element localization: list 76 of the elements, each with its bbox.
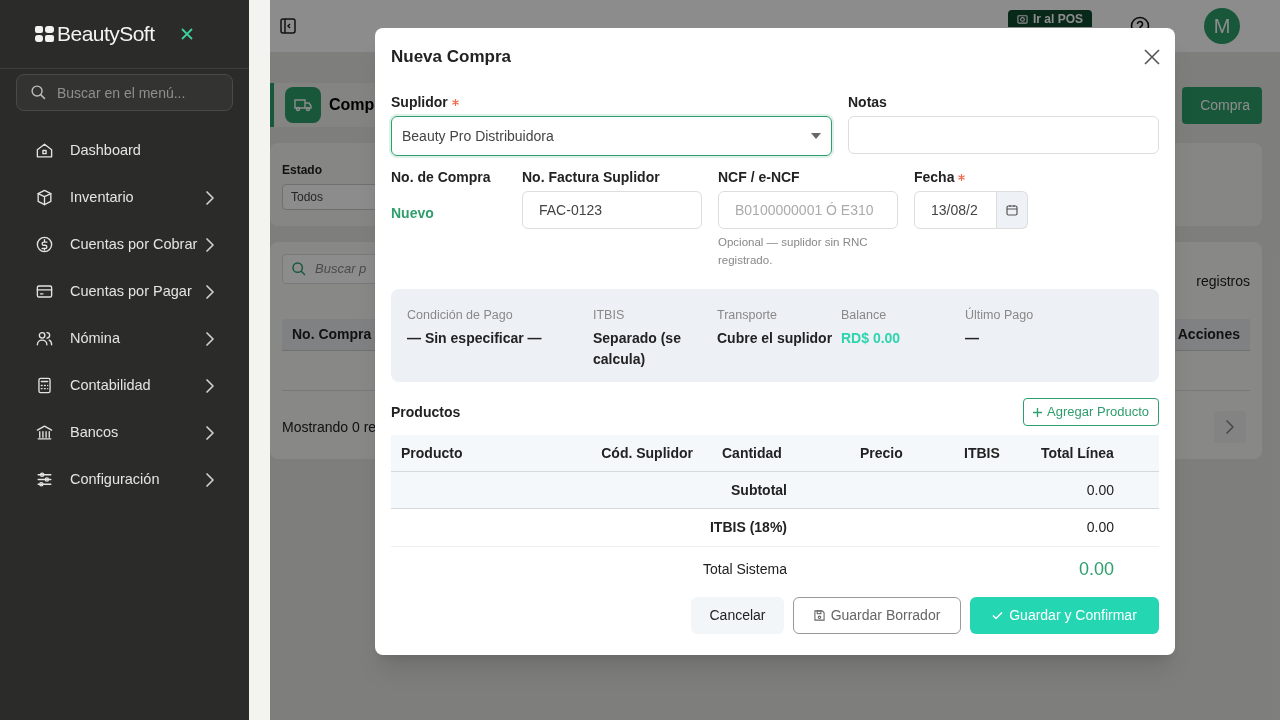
close-icon[interactable] xyxy=(1144,49,1160,65)
chevron-right-icon xyxy=(1225,419,1235,435)
summary-label: ITBIS xyxy=(593,307,626,324)
house-icon xyxy=(35,141,54,160)
supplier-select[interactable]: Beauty Pro Distribuidora xyxy=(391,116,832,156)
menu-item[interactable]: Inventario xyxy=(0,174,249,221)
field-label: No. de Compra xyxy=(391,167,491,187)
users-icon xyxy=(35,329,54,348)
logo-icon xyxy=(35,26,54,42)
field-label: Notas xyxy=(848,92,887,112)
column-header: Total Línea xyxy=(1040,443,1115,463)
camera-icon xyxy=(1016,13,1028,24)
field-label: NCF / e-NCF xyxy=(718,167,800,187)
search-icon xyxy=(291,261,307,277)
sliders-icon xyxy=(35,470,54,489)
field-label: Suplidor xyxy=(391,92,448,112)
notes-field[interactable] xyxy=(848,116,1159,154)
menu-item[interactable]: Contabilidad xyxy=(0,362,249,409)
dialog-title: Nueva Compra xyxy=(391,46,511,69)
menu-item[interactable]: Cuentas por Cobrar xyxy=(0,221,249,268)
summary-value: Separado (se calcula) xyxy=(593,328,682,369)
date-field[interactable]: 13/08/2 xyxy=(914,191,997,229)
column-header: Producto xyxy=(400,443,464,463)
save-draft-button[interactable]: Guardar Borrador xyxy=(793,597,961,634)
close-icon[interactable] xyxy=(181,28,194,40)
save-icon xyxy=(813,610,825,621)
column-header: Cód. Suplidor xyxy=(600,443,694,463)
cancel-button[interactable]: Cancelar xyxy=(691,597,784,634)
bank-icon xyxy=(35,423,54,442)
truck-icon xyxy=(285,87,321,123)
search-icon xyxy=(30,84,47,101)
records-label: registros xyxy=(1196,272,1250,291)
ncf-field[interactable]: B0100000001 Ó E310 xyxy=(718,191,898,229)
section-title: Productos xyxy=(391,402,461,422)
menu-item[interactable]: Bancos xyxy=(0,409,249,456)
summary-value: RD$ 0.00 xyxy=(841,328,902,348)
calculator-icon xyxy=(35,376,54,395)
summary-label: Transporte xyxy=(717,307,778,324)
sidebar-toggle-icon[interactable] xyxy=(280,18,296,34)
summary-label: Condición de Pago xyxy=(407,307,514,324)
column-header: Precio xyxy=(859,443,904,463)
pos-button[interactable]: Ir al POS xyxy=(1007,10,1092,27)
summary-label: Balance xyxy=(841,307,888,324)
field-label: No. Factura Suplidor xyxy=(522,167,660,187)
dropdown-caret-icon xyxy=(811,133,821,139)
invoice-field[interactable]: FAC-0123 xyxy=(522,191,702,229)
menu-item[interactable]: Nómina xyxy=(0,315,249,362)
check-icon xyxy=(992,611,1004,620)
column-header: No. Compra xyxy=(292,325,372,344)
field-label: Fecha xyxy=(914,167,955,187)
column-header: ITBIS xyxy=(963,443,1001,463)
summary-value: — Sin especificar — xyxy=(407,328,543,348)
add-product-button[interactable]: Agregar Producto xyxy=(1023,398,1159,426)
hint-text: Opcional — suplidor sin RNC registrado. xyxy=(718,235,869,268)
menu-item[interactable]: Cuentas por Pagar xyxy=(0,268,249,315)
dollar-icon xyxy=(35,235,54,254)
summary-label: Último Pago xyxy=(965,306,1035,324)
summary-value: — xyxy=(965,328,980,348)
column-header: Cantidad xyxy=(721,443,783,463)
summary-value: Cubre el suplidor xyxy=(717,328,834,348)
totals-row: Subtotal 0.00 xyxy=(391,472,1159,509)
brand-name: BeautySoft xyxy=(57,21,155,48)
page-title: Comp xyxy=(329,95,375,115)
calendar-icon xyxy=(1006,204,1018,216)
card-icon xyxy=(35,282,54,301)
calendar-button[interactable] xyxy=(997,191,1028,229)
search-field[interactable]: Buscar en el menú... xyxy=(16,74,233,111)
plus-icon xyxy=(1033,407,1043,417)
filter-label: Estado xyxy=(282,162,322,179)
totals-row-text: Total Sistema 0.00 xyxy=(701,558,1115,581)
pagination-info: Mostrando 0 re xyxy=(282,417,377,437)
column-header: Acciones xyxy=(1177,325,1240,344)
menu-item[interactable]: Configuración xyxy=(0,456,249,503)
menu-item[interactable]: Dashboard xyxy=(0,127,249,174)
totals-row: ITBIS (18%) 0.00 xyxy=(391,509,1159,547)
box-icon xyxy=(35,188,54,207)
